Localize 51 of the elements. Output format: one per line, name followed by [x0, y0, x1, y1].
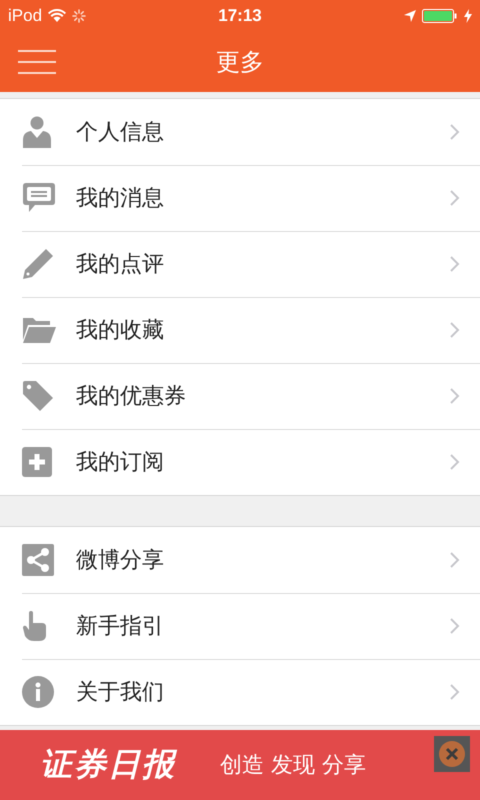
- chevron-right-icon: [450, 454, 460, 470]
- chevron-right-icon: [450, 388, 460, 404]
- ad-slogan: 创造 发现 分享: [220, 752, 366, 780]
- menu-icon: [18, 50, 56, 74]
- info-icon: [22, 676, 54, 708]
- carrier-label: iPod: [8, 6, 42, 26]
- menu-label: 微博分享: [76, 547, 165, 575]
- menu-label: 我的消息: [76, 185, 165, 213]
- menu-row[interactable]: 个人信息: [0, 99, 480, 165]
- plus-square-icon: [22, 447, 52, 477]
- spinner-icon: [72, 9, 86, 23]
- location-arrow-icon: [404, 10, 416, 22]
- pointing-hand-icon: [22, 611, 48, 641]
- clock-time: 17:13: [218, 6, 262, 26]
- menu-row[interactable]: 我的点评: [0, 231, 480, 297]
- page-title: 更多: [216, 47, 264, 78]
- share-icon: [22, 544, 54, 576]
- menu-row[interactable]: 新手指引: [0, 593, 480, 659]
- menu-button[interactable]: [18, 50, 56, 74]
- menu-row[interactable]: 我的消息: [0, 165, 480, 231]
- menu-label: 我的收藏: [76, 317, 165, 345]
- chevron-right-icon: [450, 552, 460, 568]
- menu-label: 关于我们: [76, 679, 165, 707]
- menu-label: 新手指引: [76, 613, 165, 641]
- chevron-right-icon: [450, 190, 460, 206]
- chevron-right-icon: [450, 322, 460, 338]
- charging-bolt-icon: [464, 9, 472, 23]
- close-button[interactable]: [434, 736, 470, 772]
- chevron-right-icon: [450, 124, 460, 140]
- menu-row[interactable]: 我的订阅: [0, 429, 480, 495]
- newspaper-logo: 证券日报: [40, 744, 176, 785]
- person-icon: [22, 116, 52, 148]
- wifi-icon: [48, 9, 66, 23]
- menu-label: 我的订阅: [76, 449, 165, 477]
- menu-row[interactable]: 我的优惠券: [0, 363, 480, 429]
- pencil-icon: [22, 248, 54, 280]
- chevron-right-icon: [450, 618, 460, 634]
- menu-label: 个人信息: [76, 119, 165, 147]
- menu-label: 我的优惠券: [76, 383, 187, 411]
- folder-icon: [22, 316, 56, 344]
- tag-icon: [22, 380, 54, 412]
- menu-row[interactable]: 微博分享: [0, 527, 480, 593]
- chevron-right-icon: [450, 684, 460, 700]
- menu-label: 我的点评: [76, 251, 165, 279]
- menu-row[interactable]: 我的收藏: [0, 297, 480, 363]
- menu-row[interactable]: 关于我们: [0, 659, 480, 725]
- ad-banner[interactable]: 证券日报 创造 发现 分享: [0, 730, 480, 800]
- chevron-right-icon: [450, 256, 460, 272]
- close-icon: [438, 740, 466, 768]
- battery-icon: [422, 8, 458, 24]
- chat-bubble-icon: [22, 182, 56, 214]
